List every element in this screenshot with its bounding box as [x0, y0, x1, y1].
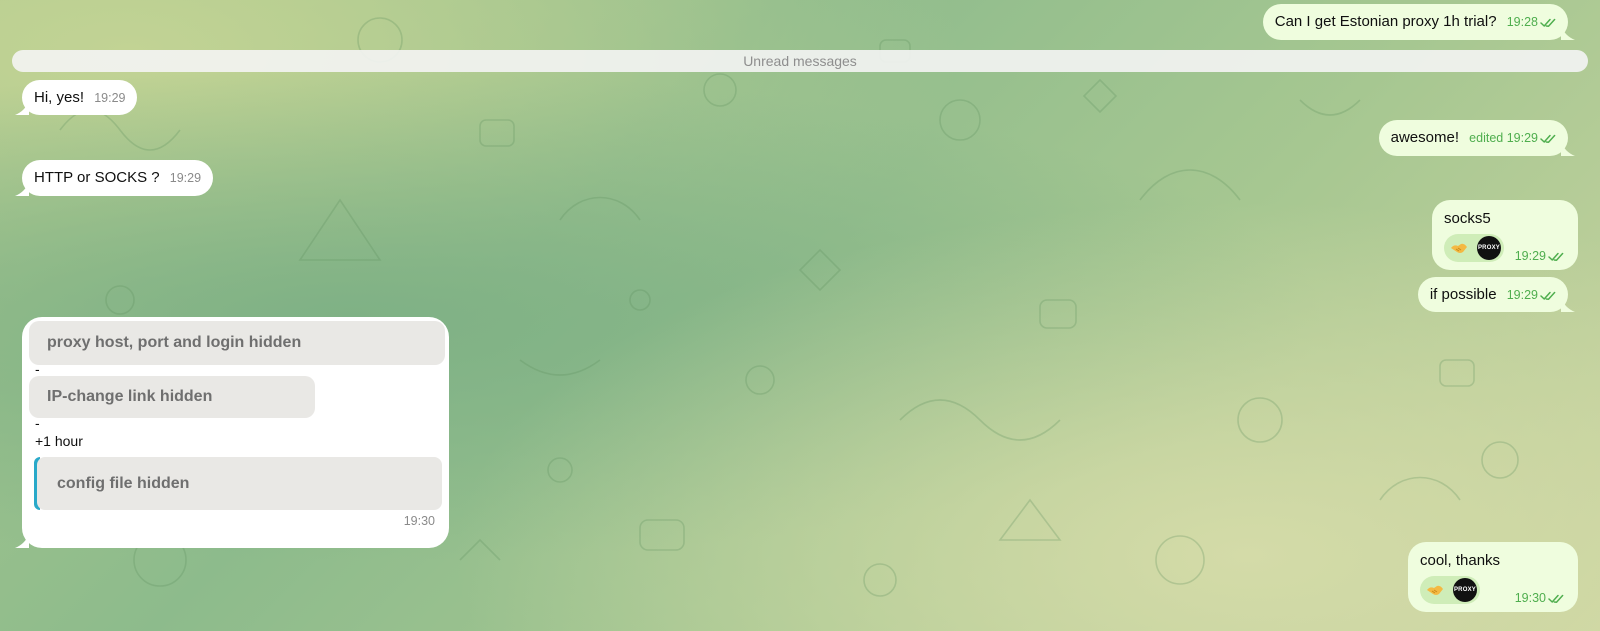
spoiler-label: IP-change link hidden [47, 388, 213, 405]
handshake-icon [1451, 243, 1467, 253]
message-text: cool, thanks [1420, 552, 1501, 569]
double-check-icon [1548, 251, 1564, 265]
message-time: 19:29 [1514, 249, 1546, 263]
separator-dash: - [35, 415, 40, 431]
outgoing-message[interactable]: cool, thanks PROXY 19:30 [1408, 542, 1578, 612]
message-meta: 19:30 [1515, 591, 1564, 607]
message-meta: edited 19:29 [1469, 131, 1556, 145]
message-text: Can I get Estonian proxy 1h trial? [1274, 13, 1497, 30]
hidden-spoiler-block[interactable]: config file hidden [37, 457, 442, 510]
chat-area: Can I get Estonian proxy 1h trial? 19:28… [0, 0, 1600, 631]
edited-label: edited [1469, 131, 1504, 145]
message-meta: 19:29 [1515, 249, 1564, 265]
handshake-icon [1427, 585, 1443, 595]
message-meta: 19:28 [1507, 15, 1556, 29]
hidden-spoiler-block[interactable]: IP-change link hidden [29, 376, 315, 418]
double-check-icon [1540, 280, 1556, 315]
avatar: PROXY [1477, 236, 1501, 260]
bubble-tail [15, 182, 29, 196]
message-time: 19:28 [1506, 15, 1538, 29]
separator-dash: - [35, 361, 40, 377]
message-text: if possible [1429, 286, 1497, 303]
reaction-chip[interactable]: PROXY [1420, 576, 1480, 604]
double-check-icon [1540, 6, 1556, 42]
message-text: Hi, yes! [34, 89, 85, 106]
outgoing-message[interactable]: Can I get Estonian proxy 1h trial? 19:28 [1262, 4, 1575, 40]
bubble-tail [1561, 142, 1575, 156]
incoming-message[interactable]: Hi, yes! 19:29 [15, 80, 138, 115]
message-meta: 19:29 [1507, 288, 1556, 302]
message-time: 19:30 [1514, 591, 1546, 605]
duration-text: +1 hour [35, 433, 83, 449]
message-time: 19:30 [403, 514, 435, 528]
bubble-tail [1561, 298, 1575, 312]
bubble-tail [15, 101, 29, 115]
outgoing-message[interactable]: socks5 PROXY 19:29 [1432, 200, 1578, 270]
spoiler-label: proxy host, port and login hidden [47, 334, 302, 351]
message-time: 19:29 [94, 91, 126, 105]
spoiler-label: config file hidden [57, 475, 190, 492]
unread-separator: Unread messages [12, 50, 1588, 72]
double-check-icon [1540, 122, 1556, 158]
message-text: awesome! [1390, 129, 1459, 146]
hidden-spoiler-block[interactable]: proxy host, port and login hidden [29, 321, 445, 365]
outgoing-message[interactable]: awesome! edited 19:29 [1378, 120, 1575, 156]
message-text: HTTP or SOCKS ? [34, 169, 160, 186]
incoming-message[interactable]: HTTP or SOCKS ? 19:29 [15, 160, 214, 196]
bubble-tail [15, 534, 29, 548]
incoming-message[interactable]: proxy host, port and login hidden - IP-c… [15, 317, 449, 548]
avatar: PROXY [1453, 578, 1477, 602]
reaction-chip[interactable]: PROXY [1444, 234, 1504, 262]
message-time: 19:29 [169, 171, 202, 185]
bubble-tail [1561, 26, 1575, 40]
message-time: 19:29 [1506, 288, 1538, 302]
outgoing-message[interactable]: if possible 19:29 [1417, 277, 1575, 312]
double-check-icon [1548, 593, 1564, 607]
message-time: 19:29 [1506, 131, 1538, 145]
message-text: socks5 [1444, 210, 1491, 227]
